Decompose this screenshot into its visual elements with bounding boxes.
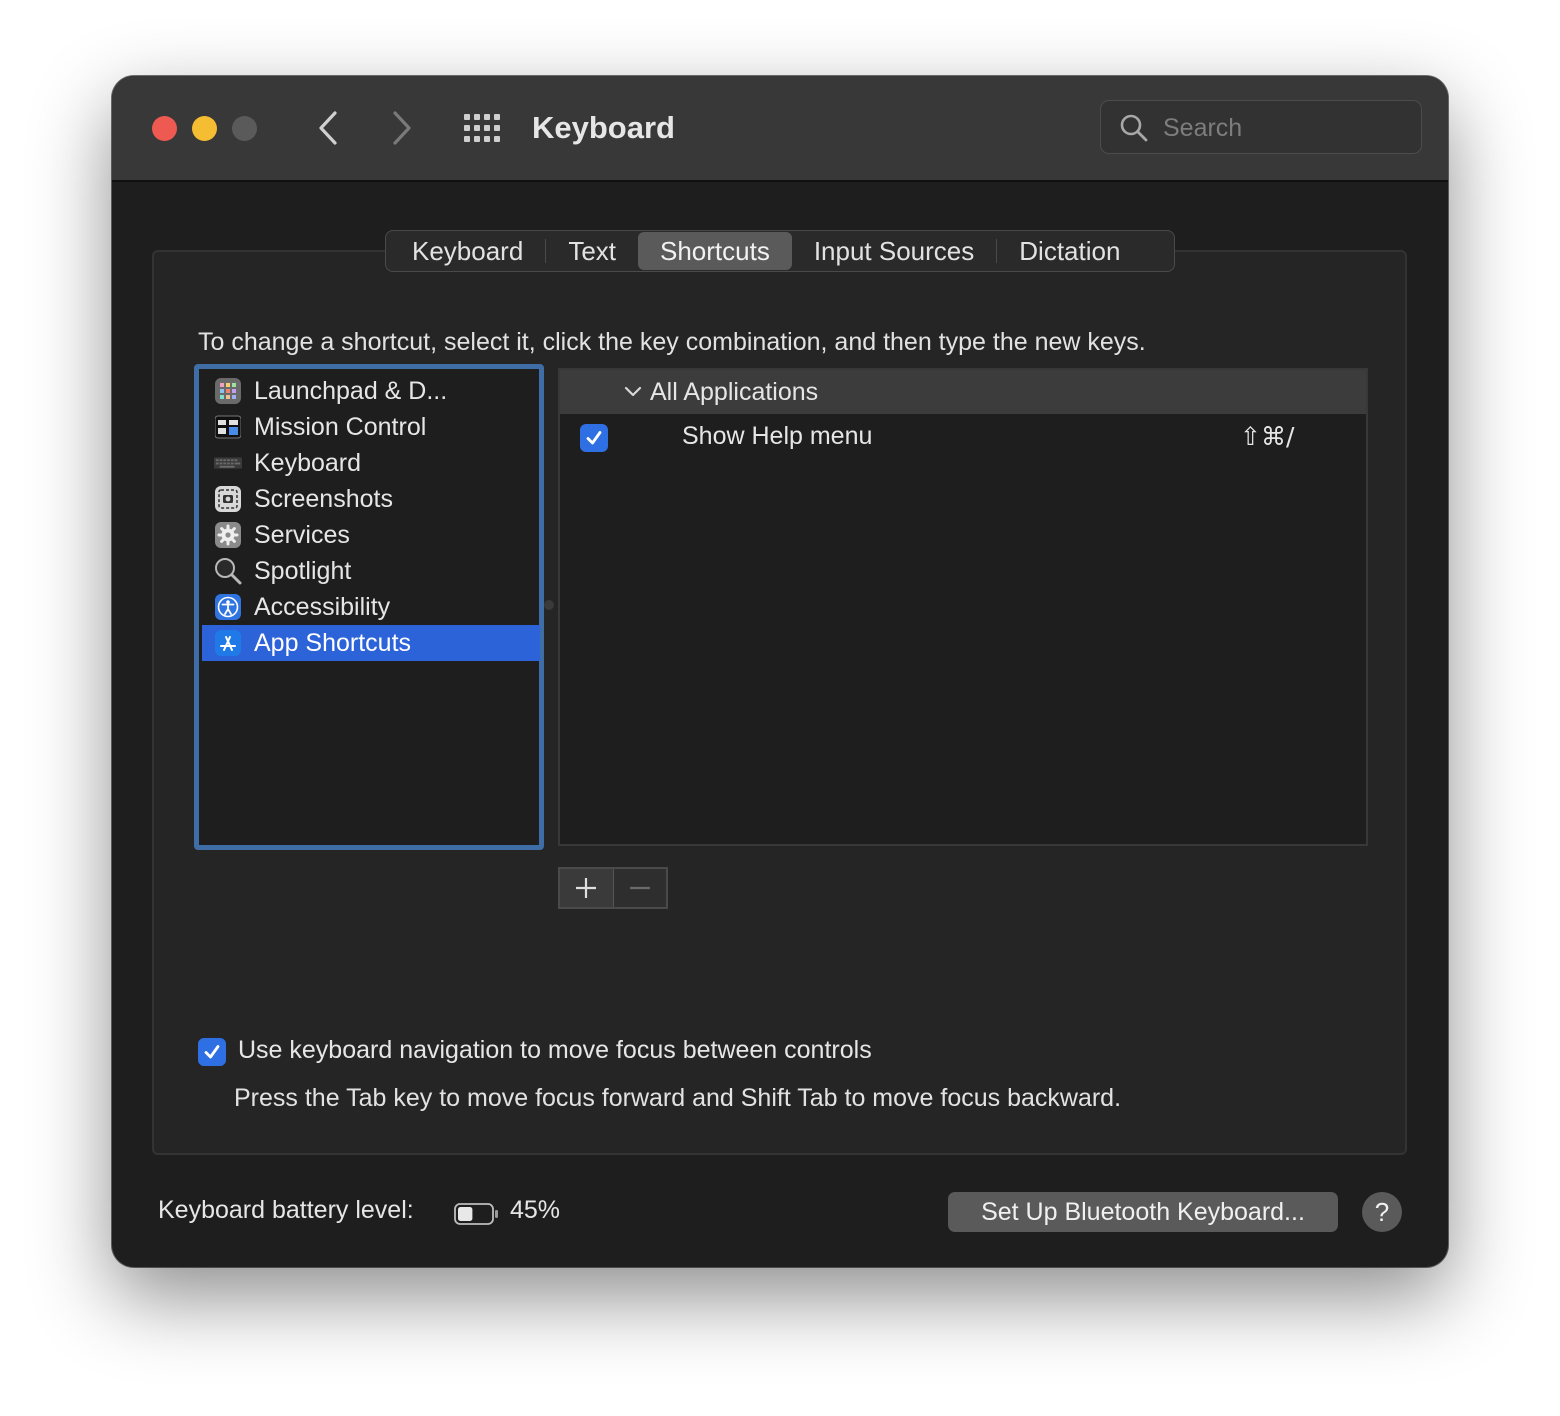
category-label: Launchpad & D... bbox=[254, 376, 448, 405]
shortcut-table[interactable]: All Applications Show Help menu ⇧⌘/ bbox=[558, 368, 1368, 846]
show-all-grid-icon[interactable] bbox=[462, 110, 502, 146]
chevron-down-icon[interactable] bbox=[622, 381, 644, 403]
category-spotlight[interactable]: Spotlight bbox=[202, 553, 540, 589]
keyboard-navigation-help: Press the Tab key to move focus forward … bbox=[234, 1084, 1122, 1112]
battery-label: Keyboard battery level: bbox=[158, 1196, 414, 1224]
plus-icon bbox=[576, 878, 597, 898]
minimize-window-button[interactable] bbox=[192, 116, 217, 141]
tab-bar: Keyboard Text Shortcuts Input Sources Di… bbox=[385, 230, 1175, 272]
gear-icon bbox=[214, 521, 242, 549]
add-shortcut-button[interactable] bbox=[560, 869, 614, 907]
shortcut-enabled-checkbox[interactable] bbox=[580, 424, 608, 452]
tab-dictation[interactable]: Dictation bbox=[997, 232, 1142, 270]
category-label: Accessibility bbox=[254, 592, 391, 621]
tab-input-sources[interactable]: Input Sources bbox=[792, 232, 996, 270]
category-label: Keyboard bbox=[254, 448, 362, 477]
keyboard-navigation-checkbox[interactable] bbox=[198, 1038, 226, 1066]
group-label: All Applications bbox=[650, 377, 819, 406]
zoom-window-button[interactable] bbox=[232, 116, 257, 141]
category-accessibility[interactable]: Accessibility bbox=[202, 589, 540, 625]
add-remove-control bbox=[558, 867, 668, 909]
chevron-right-icon bbox=[393, 111, 411, 145]
battery-percent: 45% bbox=[510, 1196, 561, 1224]
checkmark-icon bbox=[204, 1045, 220, 1059]
mission-control-icon bbox=[214, 413, 242, 441]
category-app-shortcuts[interactable]: App Shortcuts bbox=[202, 625, 540, 661]
instruction-text: To change a shortcut, select it, click t… bbox=[198, 328, 1146, 356]
window-title: Keyboard bbox=[532, 110, 675, 145]
checkmark-icon bbox=[586, 431, 602, 445]
category-launchpad[interactable]: Launchpad & D... bbox=[202, 373, 540, 409]
minus-icon bbox=[629, 886, 650, 890]
remove-shortcut-button[interactable] bbox=[613, 869, 666, 907]
forward-button[interactable] bbox=[382, 106, 422, 150]
close-window-button[interactable] bbox=[152, 116, 177, 141]
split-view-divider-handle[interactable] bbox=[544, 600, 554, 610]
tab-shortcuts[interactable]: Shortcuts bbox=[638, 232, 792, 270]
category-keyboard[interactable]: Keyboard bbox=[202, 445, 540, 481]
launchpad-icon bbox=[214, 377, 242, 405]
setup-bluetooth-keyboard-button[interactable]: Set Up Bluetooth Keyboard... bbox=[948, 1192, 1338, 1232]
category-label: Mission Control bbox=[254, 412, 427, 441]
category-mission-control[interactable]: Mission Control bbox=[202, 409, 540, 445]
screenshot-icon bbox=[214, 485, 242, 513]
keyboard-navigation-label[interactable]: Use keyboard navigation to move focus be… bbox=[238, 1036, 872, 1065]
help-button[interactable]: ? bbox=[1362, 1192, 1402, 1232]
table-row[interactable]: Show Help menu ⇧⌘/ bbox=[560, 418, 1366, 458]
accessibility-icon bbox=[214, 593, 242, 621]
category-services[interactable]: Services bbox=[202, 517, 540, 553]
preferences-window: Keyboard Keyboard Text Shortcuts Input S… bbox=[112, 76, 1448, 1267]
magnifier-icon bbox=[214, 557, 242, 585]
battery-icon bbox=[454, 1203, 498, 1225]
keyboard-icon bbox=[214, 449, 242, 477]
search-icon bbox=[1120, 114, 1148, 142]
search-input[interactable] bbox=[1161, 109, 1405, 147]
category-label: App Shortcuts bbox=[254, 628, 412, 657]
search-field[interactable] bbox=[1100, 100, 1422, 154]
category-screenshots[interactable]: Screenshots bbox=[202, 481, 540, 517]
shortcut-keys[interactable]: ⇧⌘/ bbox=[1240, 422, 1294, 451]
shortcut-category-list[interactable]: Launchpad & D... Mission Control Keyboar… bbox=[194, 364, 544, 850]
battery-fill bbox=[458, 1207, 473, 1221]
tab-keyboard[interactable]: Keyboard bbox=[390, 232, 545, 270]
category-label: Spotlight bbox=[254, 556, 352, 585]
group-row-all-applications[interactable]: All Applications bbox=[560, 370, 1366, 414]
chevron-left-icon bbox=[319, 111, 337, 145]
category-label: Screenshots bbox=[254, 484, 393, 513]
title-bar: Keyboard bbox=[112, 76, 1448, 182]
tab-text[interactable]: Text bbox=[546, 232, 638, 270]
shortcut-name: Show Help menu bbox=[682, 422, 873, 450]
category-label: Services bbox=[254, 520, 350, 549]
app-store-icon bbox=[214, 629, 242, 657]
back-button[interactable] bbox=[308, 106, 348, 150]
